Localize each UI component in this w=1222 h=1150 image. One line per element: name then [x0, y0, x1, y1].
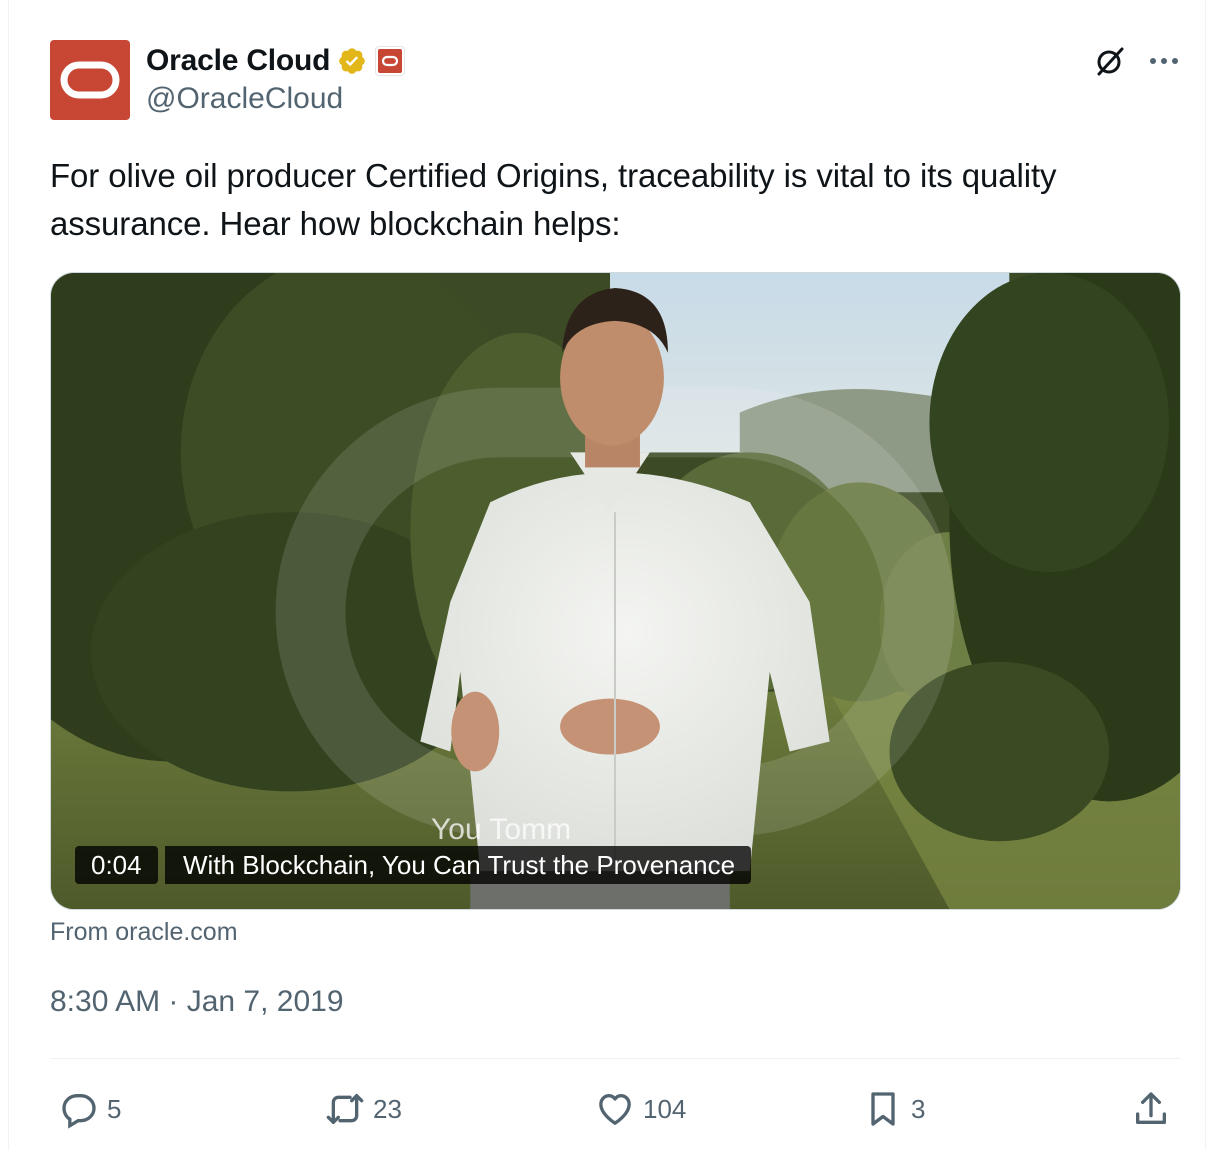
grok-icon	[1097, 47, 1124, 76]
share-button[interactable]	[1131, 1086, 1171, 1132]
heart-icon	[599, 1094, 631, 1125]
bookmark-count: 3	[911, 1093, 926, 1124]
reply-count: 5	[107, 1093, 122, 1124]
bookmark-icon	[871, 1092, 895, 1126]
reply-button[interactable]: 5	[59, 1086, 121, 1132]
author-name-row: Oracle Cloud	[146, 42, 406, 80]
like-button[interactable]: 104	[595, 1086, 686, 1132]
video-duration: 0:04	[75, 846, 158, 884]
tweet-text: For olive oil producer Certified Origins…	[50, 157, 1057, 242]
more-options-button[interactable]	[1145, 42, 1183, 80]
display-name[interactable]: Oracle Cloud	[146, 44, 331, 78]
oracle-logo-icon	[60, 61, 120, 99]
repost-icon	[326, 1094, 364, 1124]
bookmark-button[interactable]: 3	[863, 1086, 925, 1132]
video-caption-text: You Tomm	[431, 813, 572, 846]
video-title: With Blockchain, You Can Trust the Prove…	[165, 846, 752, 884]
oracle-affiliate-badge-icon	[378, 49, 403, 73]
user-handle[interactable]: @OracleCloud	[146, 82, 343, 116]
verified-badge-icon[interactable]	[337, 46, 367, 76]
grok-button[interactable]	[1091, 42, 1129, 80]
affiliate-badge[interactable]	[375, 46, 406, 76]
reply-icon	[62, 1094, 96, 1129]
video-card[interactable]: You Tomm 0:04 With Blockchain, You Can T…	[50, 272, 1181, 910]
tweet-timestamp[interactable]: 8:30 AM · Jan 7, 2019	[50, 985, 344, 1019]
repost-count: 23	[373, 1093, 402, 1124]
tweet-card: Oracle Cloud @OracleCloud For olive oil …	[8, 0, 1206, 1150]
link-source[interactable]: From oracle.com	[50, 918, 238, 947]
repost-button[interactable]: 23	[325, 1086, 402, 1132]
share-icon	[1136, 1092, 1166, 1124]
more-dots-icon	[1150, 58, 1178, 64]
avatar[interactable]	[50, 40, 130, 120]
video-thumbnail	[51, 273, 1180, 909]
divider	[50, 1058, 1181, 1059]
like-count: 104	[643, 1093, 687, 1124]
